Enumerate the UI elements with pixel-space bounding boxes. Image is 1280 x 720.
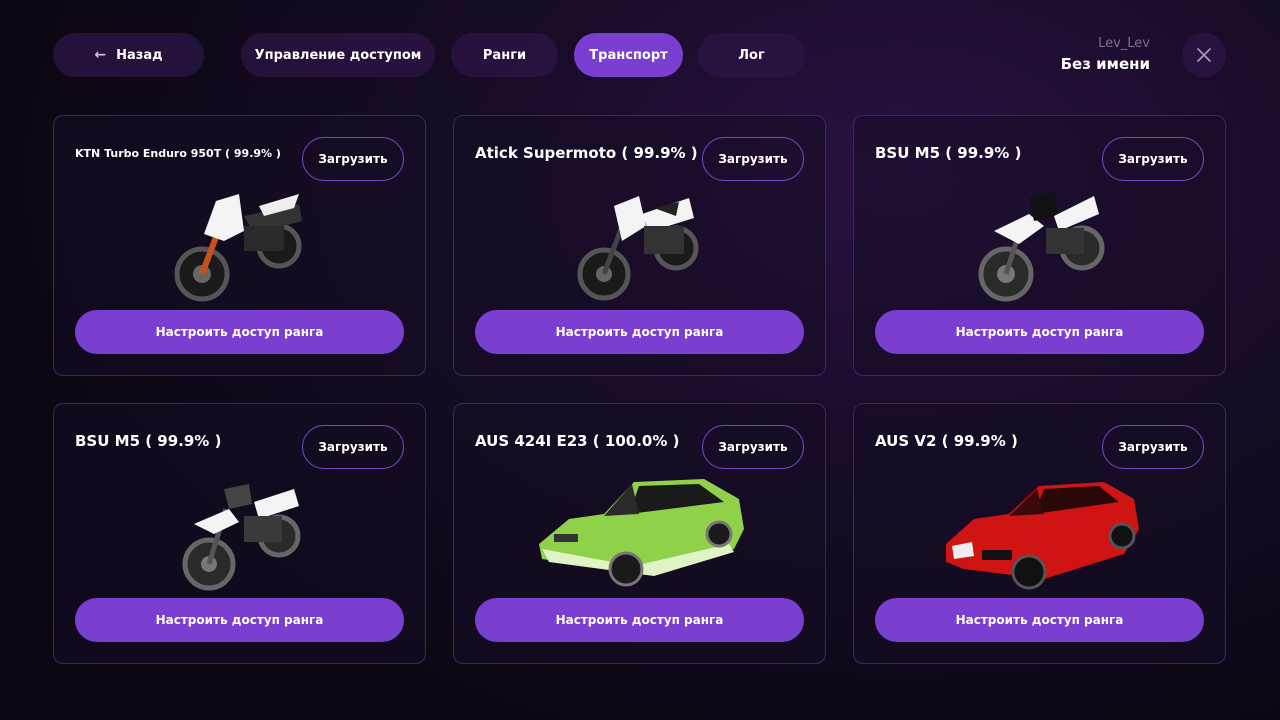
rank-access-button[interactable]: Настроить доступ ранга — [475, 310, 804, 354]
rank-access-button[interactable]: Настроить доступ ранга — [875, 598, 1204, 642]
arrow-left-icon: ← — [94, 47, 107, 63]
rank-access-button[interactable]: Настроить доступ ранга — [75, 310, 404, 354]
back-button[interactable]: ← Назад — [53, 33, 204, 77]
load-button[interactable]: Загрузить — [1102, 425, 1204, 469]
vehicle-title: BSU M5 ( 99.9% ) — [75, 432, 222, 450]
vehicle-card: KTN Turbo Enduro 950T ( 99.9% ) Загрузит… — [53, 115, 426, 376]
load-button[interactable]: Загрузить — [1102, 137, 1204, 181]
vehicle-card: AUS V2 ( 99.9% ) Загрузить Настроить дос… — [853, 403, 1226, 664]
rank-access-button[interactable]: Настроить доступ ранга — [875, 310, 1204, 354]
load-button[interactable]: Загрузить — [702, 425, 804, 469]
close-icon — [1197, 48, 1211, 62]
tab-label: Транспорт — [589, 47, 668, 63]
motorcycle-image — [978, 191, 1105, 302]
vehicle-card: BSU M5 ( 99.9% ) Загрузить Настроить дос… — [53, 403, 426, 664]
back-label: Назад — [116, 47, 163, 63]
tab-transport[interactable]: Транспорт — [574, 33, 683, 77]
vehicle-title: AUS 424I E23 ( 100.0% ) — [475, 432, 680, 450]
tab-access-management[interactable]: Управление доступом — [241, 33, 435, 77]
tab-label: Лог — [738, 47, 765, 63]
vehicle-card: Atick Supermoto ( 99.9% ) Загрузить Наст… — [453, 115, 826, 376]
tab-log[interactable]: Лог — [698, 33, 805, 77]
vehicle-card: AUS 424I E23 ( 100.0% ) Загрузить Настро… — [453, 403, 826, 664]
close-button[interactable] — [1182, 33, 1226, 77]
load-button[interactable]: Загрузить — [302, 425, 404, 469]
vehicle-title: BSU M5 ( 99.9% ) — [875, 144, 1022, 162]
vehicle-title: Atick Supermoto ( 99.9% ) — [475, 144, 698, 162]
vehicle-card: BSU M5 ( 99.9% ) Загрузить Настроить дос… — [853, 115, 1226, 376]
motorcycle-image — [174, 194, 302, 302]
tab-label: Ранги — [482, 47, 527, 63]
coupe-car-image — [946, 482, 1139, 590]
user-name: Без имени — [1060, 55, 1150, 73]
sedan-car-image — [539, 479, 744, 587]
vehicle-title: AUS V2 ( 99.9% ) — [875, 432, 1018, 450]
rank-access-button[interactable]: Настроить доступ ранга — [475, 598, 804, 642]
motorcycle-image — [182, 484, 301, 591]
rank-access-button[interactable]: Настроить доступ ранга — [75, 598, 404, 642]
load-button[interactable]: Загрузить — [702, 137, 804, 181]
user-info: Lev_Lev Без имени — [1061, 36, 1150, 73]
vehicle-title: KTN Turbo Enduro 950T ( 99.9% ) — [75, 147, 281, 160]
load-button[interactable]: Загрузить — [302, 137, 404, 181]
motorcycle-image — [577, 196, 699, 301]
user-nick: Lev_Lev — [1098, 36, 1150, 51]
tab-label: Управление доступом — [254, 47, 422, 63]
tab-ranks[interactable]: Ранги — [451, 33, 558, 77]
